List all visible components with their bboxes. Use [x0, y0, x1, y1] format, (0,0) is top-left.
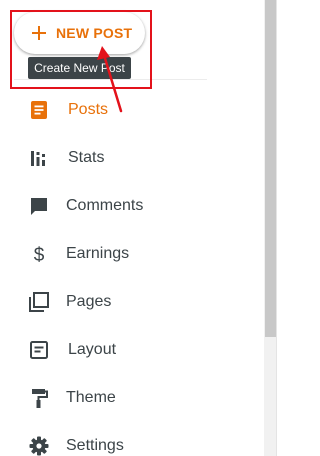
sidebar-item-label: Settings [66, 437, 124, 454]
sidebar: NEW POST Create New Post Posts Stats Com… [0, 0, 264, 456]
sidebar-item-pages[interactable]: Pages [0, 280, 264, 324]
posts-icon [31, 101, 47, 119]
sidebar-item-theme[interactable]: Theme [0, 376, 264, 420]
scrollbar-thumb[interactable] [265, 0, 276, 337]
sidebar-item-label: Stats [68, 149, 105, 166]
sidebar-item-layout[interactable]: Layout [0, 328, 264, 372]
divider [14, 79, 207, 80]
comments-icon [31, 198, 47, 215]
stats-icon [31, 151, 45, 166]
sidebar-item-settings[interactable]: Settings [0, 424, 264, 456]
plus-icon [32, 26, 46, 40]
gear-icon [29, 436, 49, 456]
sidebar-item-label: Earnings [66, 245, 130, 262]
layout-icon [30, 341, 48, 359]
new-post-button[interactable]: NEW POST [14, 12, 145, 54]
paint-roller-icon [32, 389, 48, 408]
sidebar-item-earnings[interactable]: $ Earnings [0, 232, 264, 276]
svg-text:$: $ [34, 245, 45, 265]
sidebar-item-label: Layout [68, 341, 117, 358]
new-post-tooltip: Create New Post [28, 57, 131, 79]
page: NEW POST Create New Post Posts Stats Com… [0, 0, 309, 456]
sidebar-item-stats[interactable]: Stats [0, 136, 264, 180]
panel-divider [276, 0, 277, 456]
pages-icon [29, 292, 49, 312]
sidebar-item-label: Posts [68, 101, 109, 118]
new-post-label: NEW POST [56, 25, 133, 41]
sidebar-item-label: Theme [66, 389, 116, 406]
sidebar-item-label: Pages [66, 293, 112, 310]
sidebar-item-label: Comments [66, 197, 144, 214]
sidebar-item-posts[interactable]: Posts [0, 88, 264, 132]
sidebar-item-comments[interactable]: Comments [0, 184, 264, 228]
dollar-icon: $ [34, 245, 45, 265]
